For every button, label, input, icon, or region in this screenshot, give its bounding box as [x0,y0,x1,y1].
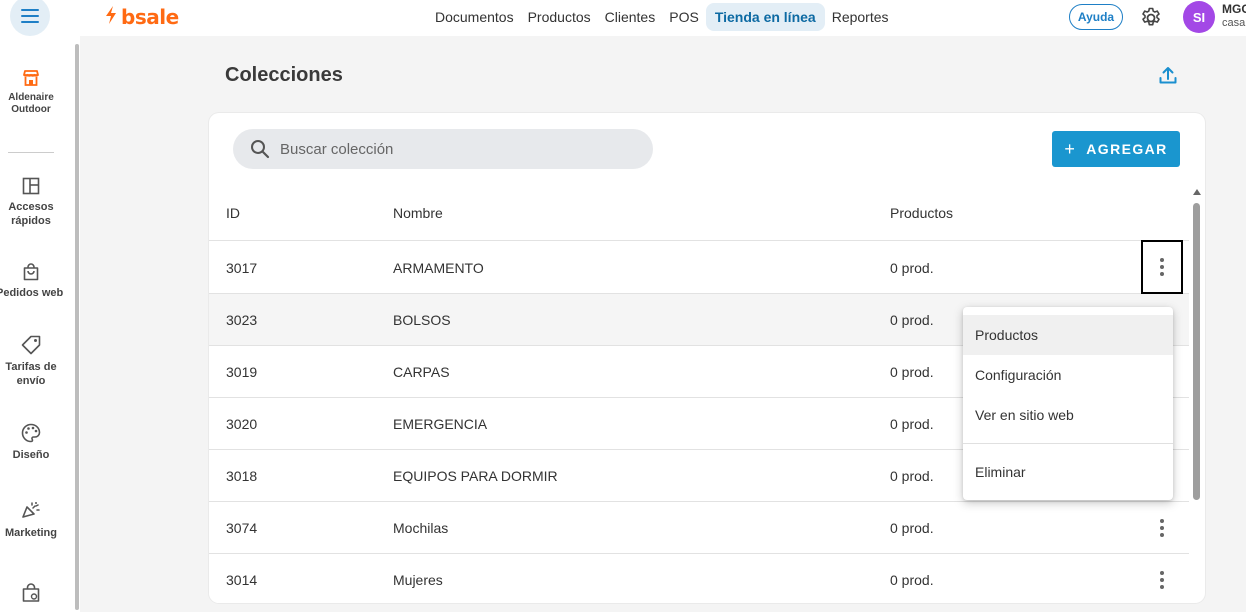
sidebar-item-label: Accesos rápidos [8,201,54,227]
menu-item-configuracion[interactable]: Configuración [963,355,1173,395]
user-name: MGC [1222,2,1246,16]
row-id: 3019 [226,364,258,380]
sidebar-scrollbar[interactable] [75,44,79,610]
menu-toggle-button[interactable] [10,0,50,36]
row-name: BOLSOS [393,312,451,328]
sidebar-store[interactable]: Aldenaire Outdoor [0,68,62,116]
row-name: Mochilas [393,520,449,536]
main-nav: Documentos Productos Clientes POS Tienda… [428,2,896,32]
bsale-logo-icon [104,5,118,29]
sidebar-item-label: Tarifas de envío [5,361,57,387]
page-title: Colecciones [225,64,343,86]
table-scrollbar-thumb[interactable] [1193,203,1200,500]
row-actions-kebab-icon[interactable] [1141,240,1183,294]
row-name: ARMAMENTO [393,260,484,276]
row-id: 3017 [226,260,258,276]
row-name: EMERGENCIA [393,416,488,432]
bsale-logo[interactable]: bsale [104,5,179,29]
help-button[interactable]: Ayuda [1069,4,1123,30]
nav-pos[interactable]: POS [662,3,706,31]
user-avatar[interactable]: SI [1183,1,1215,33]
user-subtitle: casa [1222,17,1246,29]
column-header-products: Productos [890,205,954,221]
nav-clientes[interactable]: Clientes [598,3,663,31]
add-collection-button[interactable]: + AGREGAR [1052,131,1180,167]
sidebar-item-label: Pedidos web [0,287,64,299]
menu-item-eliminar[interactable]: Eliminar [963,452,1173,492]
search-bar[interactable] [233,129,653,169]
menu-divider [963,443,1173,444]
sidebar: Aldenaire Outdoor Accesos rápidos Pedido… [0,36,80,612]
nav-productos[interactable]: Productos [521,3,598,31]
row-name: Mujeres [393,572,443,588]
bag-settings-icon [22,583,40,602]
megaphone-icon [22,502,40,518]
table-row[interactable]: 3074 Mochilas 0 prod. [209,502,1189,554]
sidebar-item-accesos-rapidos[interactable]: Accesos rápidos [0,176,62,228]
logo-text: bsale [121,5,179,29]
sidebar-item-pedidos-web[interactable]: Pedidos web [0,262,64,300]
row-id: 3014 [226,572,258,588]
row-id: 3023 [226,312,258,328]
sidebar-divider [8,152,54,153]
menu-item-productos[interactable]: Productos [963,315,1173,355]
scroll-up-arrow-icon[interactable] [1193,189,1201,195]
table-row[interactable]: 3017 ARMAMENTO 0 prod. [209,240,1189,294]
layout-icon [22,177,40,195]
row-products: 0 prod. [890,416,934,432]
store-name: Aldenaire Outdoor [8,92,54,115]
row-actions-kebab-icon[interactable] [1141,502,1183,554]
search-icon [251,140,270,159]
row-products: 0 prod. [890,572,934,588]
row-products: 0 prod. [890,520,934,536]
sidebar-item-bag-settings[interactable] [0,582,62,608]
add-button-label: AGREGAR [1086,141,1168,157]
row-id: 3018 [226,468,258,484]
sidebar-item-marketing[interactable]: Marketing [0,500,62,540]
nav-tienda-en-linea[interactable]: Tienda en línea [705,3,825,31]
table-row[interactable]: 3014 Mujeres 0 prod. [209,554,1189,603]
menu-item-ver-en-sitio-web[interactable]: Ver en sitio web [963,395,1173,435]
plus-icon: + [1064,138,1077,159]
row-products: 0 prod. [890,468,934,484]
row-products: 0 prod. [890,364,934,380]
sidebar-item-label: Marketing [5,527,57,539]
column-header-name: Nombre [393,205,443,221]
search-input[interactable] [280,140,620,158]
upload-icon[interactable] [1157,64,1179,86]
settings-gear-icon[interactable] [1139,6,1163,30]
tag-icon [21,335,41,355]
column-header-id: ID [226,205,240,221]
row-context-menu: Productos Configuración Ver en sitio web… [963,307,1173,500]
row-id: 3074 [226,520,258,536]
hamburger-icon [21,9,39,23]
table-header: ID Nombre Productos [209,185,1189,241]
palette-icon [21,423,41,443]
sidebar-item-diseno[interactable]: Diseño [0,422,62,462]
shopping-bag-icon [23,263,39,281]
row-products: 0 prod. [890,260,934,276]
nav-reportes[interactable]: Reportes [825,3,896,31]
row-actions-kebab-icon[interactable] [1141,554,1183,603]
nav-documentos[interactable]: Documentos [428,3,521,31]
top-bar: bsale Documentos Productos Clientes POS … [0,0,1246,36]
sidebar-item-label: Diseño [12,449,50,461]
row-id: 3020 [226,416,258,432]
sidebar-item-tarifas-envio[interactable]: Tarifas de envío [0,334,62,388]
store-icon [23,70,39,86]
row-name: CARPAS [393,364,450,380]
row-products: 0 prod. [890,312,934,328]
row-name: EQUIPOS PARA DORMIR [393,468,558,484]
